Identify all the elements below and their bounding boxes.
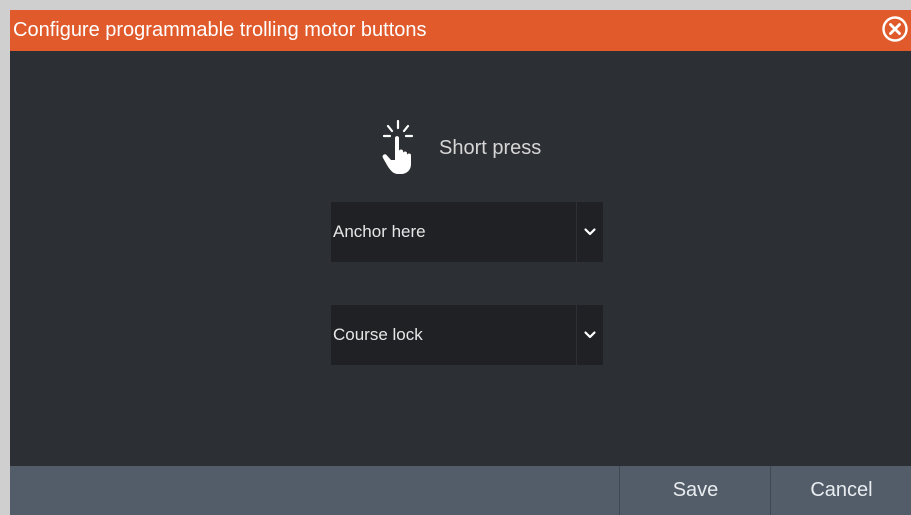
hand-press-icon [382,119,414,174]
chevron-down-icon[interactable] [583,328,597,342]
configure-buttons-dialog: Configure programmable trolling motor bu… [10,10,911,515]
cancel-button[interactable]: Cancel [770,466,911,515]
press-type-label: Short press [439,136,542,159]
chevron-down-icon[interactable] [583,225,597,239]
dropdown-selected-value: Course lock [333,325,423,344]
dialog-footer: Save Cancel [10,466,911,515]
dropdown-selected-value: Anchor here [333,222,426,241]
dialog-title: Configure programmable trolling motor bu… [13,19,427,41]
short-press-action-dropdown-1[interactable]: Anchor here [331,202,603,262]
press-type-indicator: Short press [378,118,541,178]
dropdown-divider [576,202,577,262]
save-button[interactable]: Save [619,466,771,515]
dropdown-divider [576,305,577,365]
close-icon[interactable] [881,15,909,43]
title-bar: Configure programmable trolling motor bu… [10,10,911,51]
short-press-action-dropdown-2[interactable]: Course lock [331,305,603,365]
